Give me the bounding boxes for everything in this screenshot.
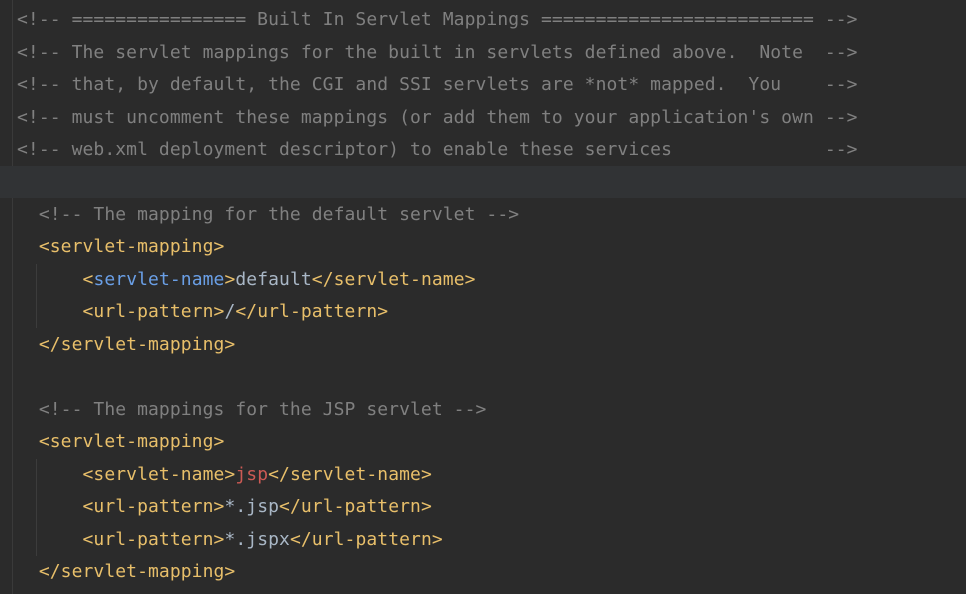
tag-bracket: > (224, 269, 236, 290)
code-line-9: <servlet-name>default</servlet-name> (17, 264, 476, 296)
code-line-11: </servlet-mapping> (17, 334, 236, 355)
code-line-4: <!-- must uncomment these mappings (or a… (17, 107, 858, 128)
code-line-8: <servlet-mapping> (17, 236, 225, 257)
closing-tag: </servlet-name> (311, 269, 476, 290)
tag-bracket: < (82, 269, 94, 290)
element-value: *.jsp (224, 496, 280, 517)
code-line-5: <!-- web.xml deployment descriptor) to e… (17, 139, 858, 160)
closing-tag: </servlet-name> (268, 464, 432, 485)
closing-tag: </url-pattern> (279, 496, 432, 517)
element-value: jsp (235, 464, 269, 485)
code-line-10: <url-pattern>/</url-pattern> (17, 296, 389, 328)
code-line-17: <url-pattern>*.jspx</url-pattern> (17, 524, 443, 556)
code-line-7: <!-- The mapping for the default servlet… (17, 204, 520, 225)
code-line-3: <!-- that, by default, the CGI and SSI s… (17, 74, 858, 95)
opening-tag: <url-pattern> (82, 529, 225, 550)
element-value: default (235, 269, 312, 290)
opening-tag: <url-pattern> (82, 496, 225, 517)
code-editor[interactable]: <!-- ================ Built In Servlet M… (0, 0, 966, 594)
code-line-1: <!-- ================ Built In Servlet M… (17, 9, 858, 30)
tag-name: servlet-name (93, 269, 225, 290)
code-line-14: <servlet-mapping> (17, 431, 225, 452)
gutter-divider (0, 0, 13, 594)
code-line-15: <servlet-name>jsp</servlet-name> (17, 459, 432, 491)
code-line-2: <!-- The servlet mappings for the built … (17, 42, 858, 63)
current-line-highlight (0, 166, 966, 198)
opening-tag: <servlet-name> (82, 464, 236, 485)
element-value: *.jspx (224, 529, 290, 550)
closing-tag: </url-pattern> (235, 301, 389, 322)
closing-tag: </url-pattern> (289, 529, 443, 550)
element-value: / (224, 301, 236, 322)
opening-tag: <url-pattern> (82, 301, 225, 322)
code-line-13: <!-- The mappings for the JSP servlet --… (17, 399, 487, 420)
code-line-16: <url-pattern>*.jsp</url-pattern> (17, 491, 432, 523)
code-line-18: </servlet-mapping> (17, 561, 236, 582)
